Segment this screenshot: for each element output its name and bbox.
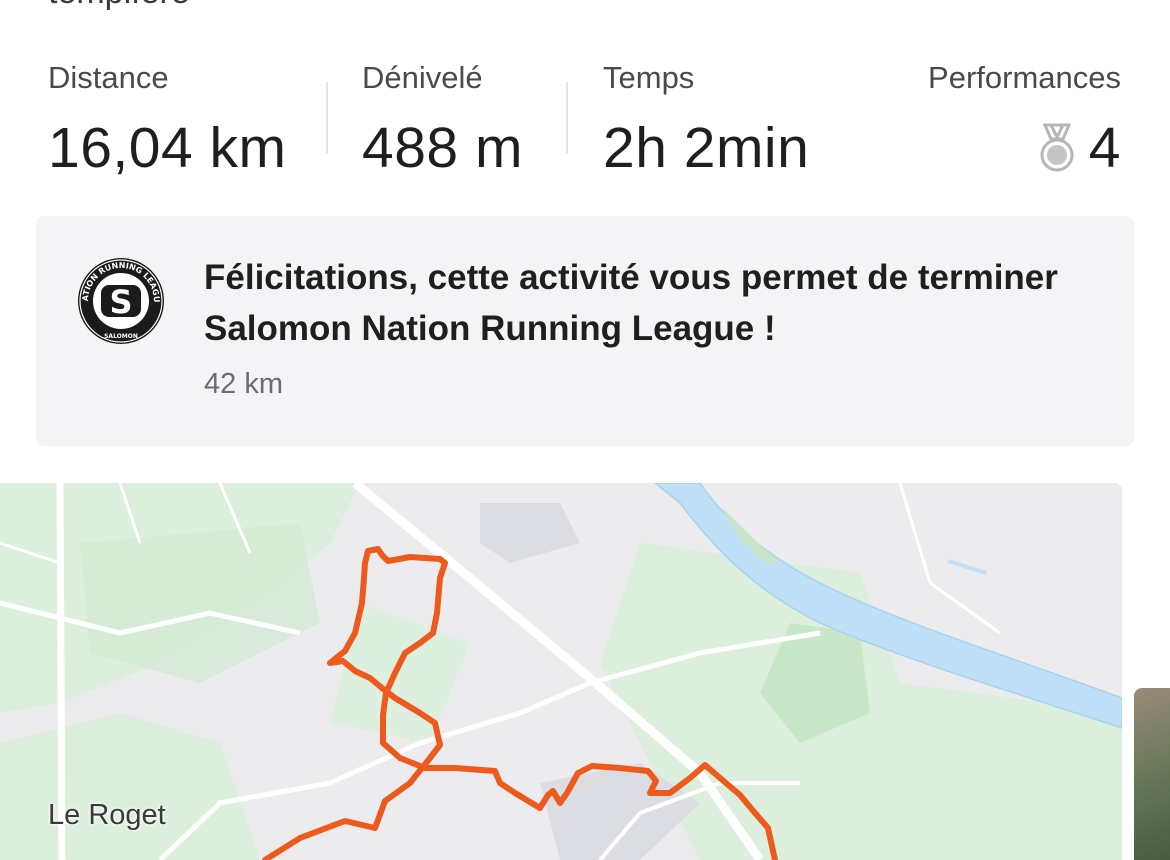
stat-performances-label: Performances bbox=[928, 60, 1121, 95]
badge-letter: S bbox=[109, 283, 132, 321]
stat-elevation-value: 488 m bbox=[362, 116, 523, 180]
challenge-message: Félicitations, cette activité vous perme… bbox=[204, 258, 1058, 348]
activity-title: tempifere bbox=[48, 0, 190, 12]
stat-performances-value-row: 4 bbox=[928, 116, 1121, 180]
badge-brand: SALOMON bbox=[104, 333, 138, 340]
stat-distance-label: Distance bbox=[48, 60, 169, 95]
medal-icon bbox=[1040, 123, 1074, 172]
challenge-distance: 42 km bbox=[204, 368, 283, 400]
photo-thumbnail[interactable] bbox=[1134, 688, 1170, 860]
map-place-label: Le Roget bbox=[48, 799, 166, 831]
stat-performances-count: 4 bbox=[1088, 116, 1121, 180]
challenge-badge-icon: S NATION RUNNING LEAGUE SALOMON bbox=[76, 256, 164, 344]
stat-time-label: Temps bbox=[603, 60, 695, 95]
stat-time-value: 2h 2min bbox=[603, 116, 810, 180]
stat-elevation: Dénivelé 488 m bbox=[362, 58, 523, 180]
stat-performances[interactable]: Performances 4 bbox=[928, 58, 1121, 180]
stat-distance: Distance 16,04 km bbox=[48, 58, 286, 180]
stat-distance-value: 16,04 km bbox=[48, 116, 287, 180]
stat-divider bbox=[326, 82, 328, 154]
stat-time: Temps 2h 2min bbox=[603, 58, 809, 180]
stat-divider bbox=[566, 82, 568, 154]
route-map[interactable]: Le Roget bbox=[0, 483, 1122, 860]
challenge-card[interactable]: S NATION RUNNING LEAGUE SALOMON Félicita… bbox=[36, 216, 1134, 446]
activity-stats: Distance 16,04 km Dénivelé 488 m Temps 2… bbox=[0, 58, 1170, 188]
map-canvas bbox=[0, 483, 1122, 860]
stat-elevation-label: Dénivelé bbox=[362, 60, 483, 95]
